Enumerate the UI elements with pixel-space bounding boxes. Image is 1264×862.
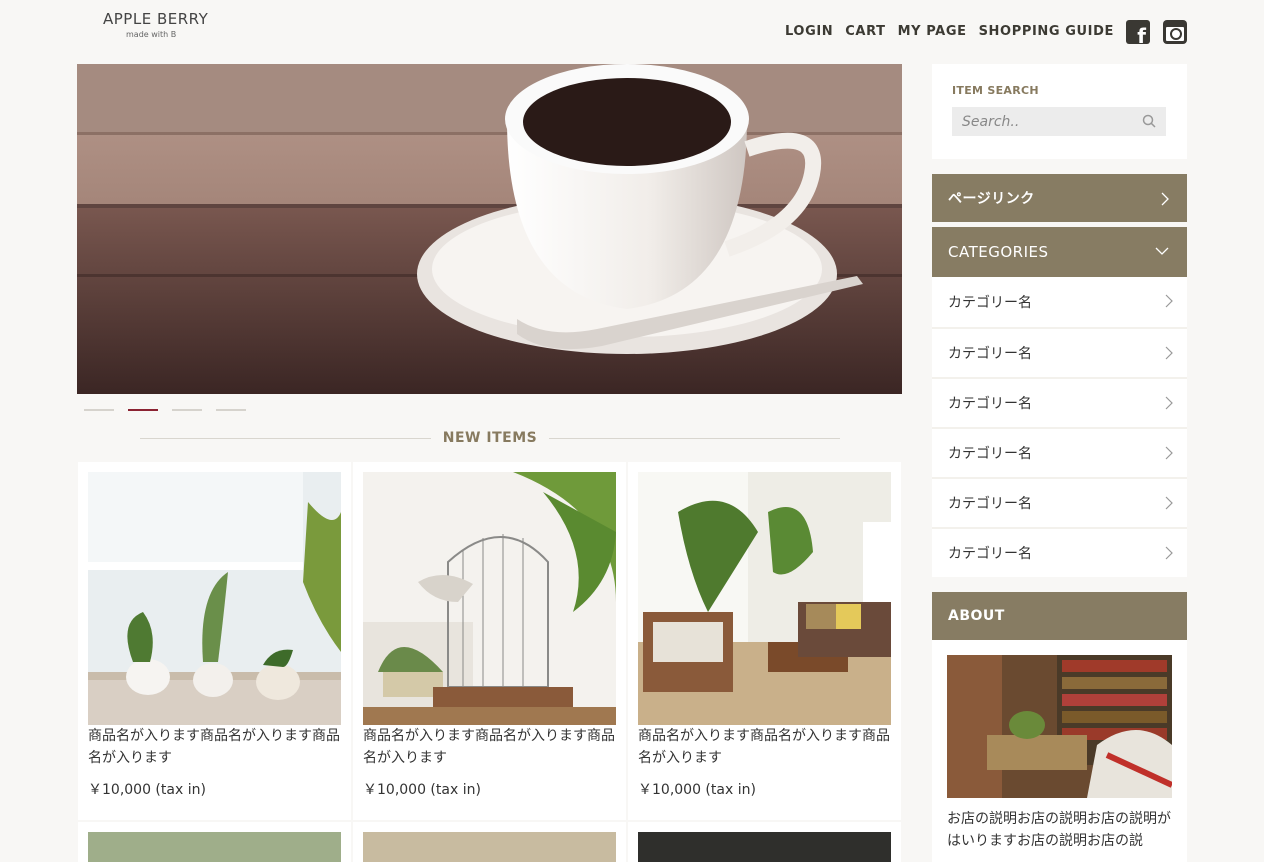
product-image[interactable] — [638, 832, 891, 862]
header-nav: LOGIN CART MY PAGE SHOPPING GUIDE — [785, 24, 1114, 39]
search-icon[interactable] — [1142, 114, 1156, 128]
category-item[interactable]: カテゴリー名 — [932, 477, 1187, 527]
category-label: カテゴリー名 — [948, 496, 1032, 512]
chevron-right-icon — [1165, 496, 1173, 510]
item-search-panel: ITEM SEARCH — [932, 64, 1187, 159]
slider-dot[interactable] — [84, 409, 114, 411]
product-card[interactable]: 商品名が入ります商品名が入ります商品名が入ります ￥10,000 (tax in… — [353, 462, 626, 820]
product-image[interactable] — [88, 832, 341, 862]
slider-dot[interactable] — [172, 409, 202, 411]
hero-slider[interactable] — [77, 64, 902, 394]
category-label: カテゴリー名 — [948, 546, 1032, 562]
divider — [549, 437, 840, 439]
new-items-heading: NEW ITEMS — [140, 430, 840, 446]
product-name[interactable]: 商品名が入ります商品名が入ります商品名が入ります — [638, 725, 891, 769]
nav-cart[interactable]: CART — [845, 24, 885, 39]
product-name[interactable]: 商品名が入ります商品名が入ります商品名が入ります — [363, 725, 616, 769]
logo-title: APPLE BERRY — [103, 10, 209, 28]
nav-my-page[interactable]: MY PAGE — [898, 24, 967, 39]
page-link-bar[interactable]: ページリンク — [932, 174, 1187, 222]
product-price: ￥10,000 (tax in) — [363, 782, 481, 798]
slider-dots — [84, 409, 246, 411]
category-list: カテゴリー名 カテゴリー名 カテゴリー名 カテゴリー名 カテゴリー名 カテゴリー… — [932, 277, 1187, 577]
logo[interactable]: APPLE BERRY made with B — [103, 10, 213, 39]
category-item[interactable]: カテゴリー名 — [932, 277, 1187, 327]
store-image — [947, 655, 1172, 798]
search-label: ITEM SEARCH — [952, 84, 1039, 97]
product-card[interactable] — [353, 822, 626, 862]
product-price: ￥10,000 (tax in) — [638, 782, 756, 798]
category-label: カテゴリー名 — [948, 346, 1032, 362]
category-label: カテゴリー名 — [948, 446, 1032, 462]
product-image[interactable] — [363, 832, 616, 862]
nav-login[interactable]: LOGIN — [785, 24, 833, 39]
page-link-label: ページリンク — [948, 191, 1035, 207]
slider-dot-active[interactable] — [128, 409, 158, 411]
chevron-right-icon — [1165, 546, 1173, 560]
nav-shopping-guide[interactable]: SHOPPING GUIDE — [979, 24, 1114, 39]
divider — [140, 437, 431, 439]
coffee-cup-image — [77, 64, 902, 394]
about-text: お店の説明お店の説明お店の説明がはいりますお店の説明お店の説 — [947, 811, 1171, 849]
product-card[interactable]: 商品名が入ります商品名が入ります商品名が入ります ￥10,000 (tax in… — [78, 462, 351, 820]
chevron-right-icon — [1165, 294, 1173, 308]
facebook-icon[interactable]: f — [1126, 20, 1150, 46]
search-field[interactable] — [952, 107, 1166, 136]
category-item[interactable]: カテゴリー名 — [932, 427, 1187, 477]
product-card[interactable] — [628, 822, 901, 862]
product-name[interactable]: 商品名が入ります商品名が入ります商品名が入ります — [88, 725, 341, 769]
category-item[interactable]: カテゴリー名 — [932, 527, 1187, 577]
chevron-down-icon — [1155, 247, 1169, 255]
product-price: ￥10,000 (tax in) — [88, 782, 206, 798]
categories-title: CATEGORIES — [948, 243, 1049, 261]
product-image[interactable] — [88, 472, 341, 725]
about-section: ABOUT お店の説明お店の説明お店の説明がはいりますお店の説明お店の説 — [932, 592, 1187, 862]
logo-subtitle: made with B — [126, 30, 177, 39]
search-input[interactable] — [952, 107, 1132, 136]
chevron-right-icon — [1165, 396, 1173, 410]
product-image[interactable] — [363, 472, 616, 725]
product-image[interactable] — [638, 472, 891, 725]
section-title: NEW ITEMS — [442, 430, 538, 446]
product-grid: 商品名が入ります商品名が入ります商品名が入ります ￥10,000 (tax in… — [78, 462, 901, 862]
about-title: ABOUT — [948, 608, 1005, 624]
category-item[interactable]: カテゴリー名 — [932, 327, 1187, 377]
about-header: ABOUT — [932, 592, 1187, 640]
slider-dot[interactable] — [216, 409, 246, 411]
chevron-right-icon — [1165, 346, 1173, 360]
chevron-right-icon — [1161, 192, 1169, 206]
product-card[interactable]: 商品名が入ります商品名が入ります商品名が入ります ￥10,000 (tax in… — [628, 462, 901, 820]
product-card[interactable] — [78, 822, 351, 862]
categories-header[interactable]: CATEGORIES — [932, 227, 1187, 277]
chevron-right-icon — [1165, 446, 1173, 460]
about-body: お店の説明お店の説明お店の説明がはいりますお店の説明お店の説 — [932, 640, 1187, 862]
category-item[interactable]: カテゴリー名 — [932, 377, 1187, 427]
category-label: カテゴリー名 — [948, 396, 1032, 412]
sidebar: ITEM SEARCH ページリンク CATEGORIES カテゴリー名 カテゴ… — [932, 64, 1187, 862]
instagram-icon[interactable] — [1163, 20, 1187, 44]
category-label: カテゴリー名 — [948, 295, 1032, 311]
